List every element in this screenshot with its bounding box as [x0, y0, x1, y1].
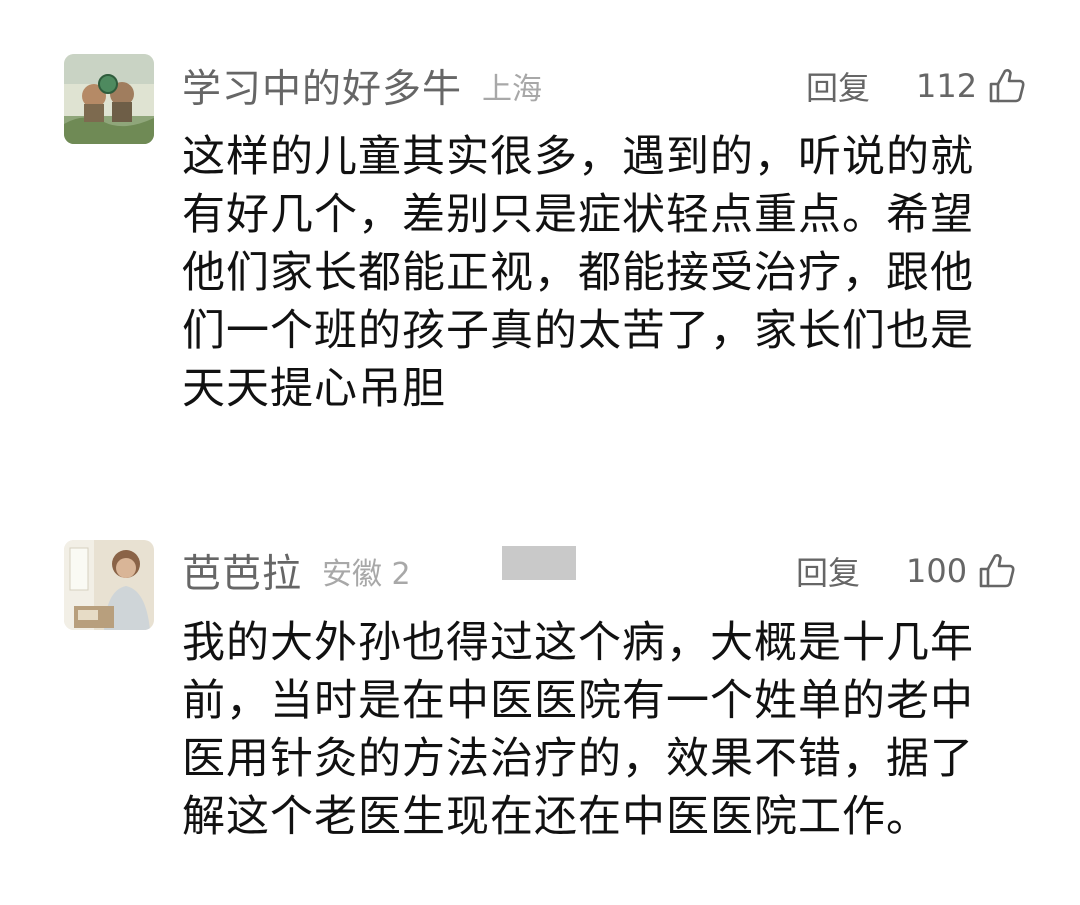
comment-actions: 回复 100: [796, 543, 1017, 599]
avatar-image: [64, 540, 154, 630]
comment-header: 芭芭拉 安徽 2: [182, 543, 411, 599]
comment-text: 我的大外孙也得过这个病，大概是十几年前，当时是在中医医院有一个姓单的老中医用针灸…: [182, 618, 974, 842]
location-tag: 安徽 2: [322, 557, 411, 592]
comment-item-2: 芭芭拉 安徽 2 回复 100 我的大外孙也得过这个病，大概是十几年前，当时是在…: [0, 0, 1080, 905]
redaction-block: [502, 546, 576, 580]
user-avatar[interactable]: [64, 540, 154, 630]
like-count: 100: [906, 552, 968, 590]
username[interactable]: 芭芭拉: [182, 543, 302, 599]
reply-button[interactable]: 回复: [796, 548, 860, 594]
thumbs-up-icon[interactable]: [977, 551, 1017, 591]
